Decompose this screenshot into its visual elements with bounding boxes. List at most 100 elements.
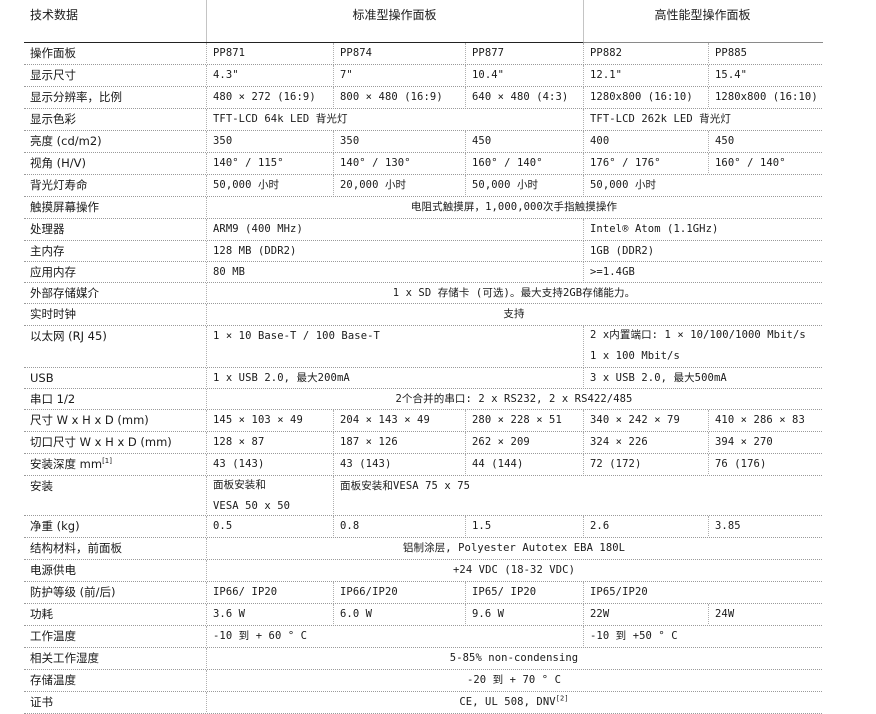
spec-cell: 340 × 242 × 79 (583, 409, 708, 431)
spec-cell: IP65/ IP20 (465, 581, 583, 603)
spec-cell: 410 × 286 × 83 (708, 409, 822, 431)
cell-divider (333, 131, 334, 151)
row-label: 亮度 (cd/m2) (24, 130, 206, 152)
spec-cell: 50,000 小时 (465, 174, 583, 196)
spec-cell-text: +24 VDC (18-32 VDC) (452, 564, 575, 576)
row-label-text: 工作温度 (30, 629, 76, 643)
spec-cell-text: 1 x SD 存储卡 (可选)。最大支持2GB存储能力。 (392, 287, 636, 299)
spec-cell-text: 128 × 87 (213, 436, 265, 448)
spec-cell: 50,000 小时 (583, 174, 708, 196)
row-label: 功耗 (24, 603, 206, 625)
cell-divider (333, 516, 334, 536)
row-label-text: 存储温度 (30, 673, 76, 687)
spec-cell-text: 140° / 115° (213, 157, 284, 169)
spec-cell-text: 128 MB (DDR2) (213, 245, 297, 257)
spec-cell-text: 43 (143) (340, 458, 392, 470)
spec-cell: 3 x USB 2.0, 最大500mA (583, 367, 822, 388)
row-label: 外部存储媒介 (24, 282, 206, 303)
row-label: 净重 (kg) (24, 515, 206, 537)
label-divider (206, 454, 207, 474)
row-label: 工作温度 (24, 625, 206, 647)
spec-cell-text: 1.5 (472, 520, 492, 532)
label-divider (206, 560, 207, 580)
row-label-text: 相关工作湿度 (30, 651, 99, 665)
spec-cell-text: 324 × 226 (590, 436, 648, 448)
cell-divider (333, 65, 334, 85)
spec-cell: PP877 (465, 42, 583, 64)
label-divider (206, 626, 207, 646)
row-label: 切口尺寸 W x H x D (mm) (24, 431, 206, 453)
spec-cell-text: -20 到 + 70 ° C (466, 674, 562, 686)
spec-cell-text: 9.6 W (472, 608, 505, 620)
cell-divider (465, 131, 466, 151)
spec-cell: 43 (143) (206, 453, 333, 475)
cell-divider (465, 87, 466, 107)
spec-cell: 0.8 (333, 515, 465, 537)
spec-cell: 800 × 480 (16:9) (333, 86, 465, 108)
row-label-text: 以太网 (RJ 45) (30, 329, 107, 343)
spec-cell: -20 到 + 70 ° C (206, 669, 822, 691)
cell-divider (465, 582, 466, 602)
spec-cell-text: 80 MB (213, 266, 246, 278)
spec-cell-text: 电阻式触摸屏，1,000,000次手指触摸操作 (410, 201, 618, 213)
spec-cell: 450 (465, 130, 583, 152)
spec-cell: 128 × 87 (206, 431, 333, 453)
row-label-text: 证书 (30, 695, 53, 709)
spec-cell-text: 394 × 270 (715, 436, 773, 448)
label-divider (206, 604, 207, 624)
spec-cell: 640 × 480 (4:3) (465, 86, 583, 108)
row-label-text: 串口 1/2 (30, 392, 76, 406)
spec-cell-text: 450 (715, 135, 735, 147)
row-label-text: 主内存 (30, 244, 65, 258)
spec-cell-text: CE, UL 508, DNV (459, 696, 556, 708)
spec-cell-text: 76 (176) (715, 458, 767, 470)
cell-divider (708, 410, 709, 430)
row-label-text: 触摸屏幕操作 (30, 200, 99, 214)
row-label: 显示分辨率，比例 (24, 86, 206, 108)
spec-cell-text: PP885 (715, 47, 748, 59)
spec-cell-text: 160° / 140° (715, 157, 786, 169)
spec-cell-text: PP871 (213, 47, 246, 59)
spec-cell-text: 1GB (DDR2) (590, 245, 655, 257)
spec-cell-text: 24W (715, 608, 735, 620)
cell-divider (465, 454, 466, 474)
cell-divider (708, 87, 709, 107)
spec-cell-text: 176° / 176° (590, 157, 661, 169)
cell-divider (708, 454, 709, 474)
row-label-text: 防护等级 (前/后) (30, 585, 116, 599)
header-col-label: 技术数据 (30, 8, 79, 22)
spec-cell-text: 1 × 10 Base-T / 100 Base-T (213, 330, 380, 342)
label-divider (206, 476, 207, 514)
row-label: 显示尺寸 (24, 64, 206, 86)
cell-divider (583, 219, 584, 239)
row-label-text: 切口尺寸 W x H x D (mm) (30, 435, 172, 449)
cell-divider (465, 432, 466, 452)
spec-cell-text: >=1.4GB (590, 266, 635, 278)
row-label: 应用内存 (24, 261, 206, 282)
row-label-text: 背光灯寿命 (30, 178, 88, 192)
spec-cell-text: 43 (143) (213, 458, 265, 470)
spec-cell: 2.6 (583, 515, 708, 537)
spec-cell: 350 (206, 130, 333, 152)
header-divider (583, 0, 584, 42)
spec-cell-text: 6.0 W (340, 608, 373, 620)
label-divider (206, 175, 207, 195)
spec-cell-text: 3 x USB 2.0, 最大500mA (590, 372, 727, 384)
cell-divider (333, 43, 334, 63)
row-label-text: USB (30, 371, 54, 385)
spec-cell: 22W (583, 603, 708, 625)
spec-cell: 76 (176) (708, 453, 822, 475)
spec-cell-text: 204 × 143 × 49 (340, 414, 430, 426)
spec-cell-text: IP65/ IP20 (472, 586, 537, 598)
label-divider (206, 131, 207, 151)
spec-cell: 电阻式触摸屏，1,000,000次手指触摸操作 (206, 196, 822, 218)
cell-divider (583, 454, 584, 474)
spec-cell: 140° / 115° (206, 152, 333, 174)
spec-cell: +24 VDC (18-32 VDC) (206, 559, 822, 581)
spec-cell: 10.4" (465, 64, 583, 86)
cell-divider (708, 153, 709, 173)
label-divider (206, 432, 207, 452)
label-divider (206, 538, 207, 558)
label-divider (206, 326, 207, 366)
label-divider (206, 109, 207, 129)
